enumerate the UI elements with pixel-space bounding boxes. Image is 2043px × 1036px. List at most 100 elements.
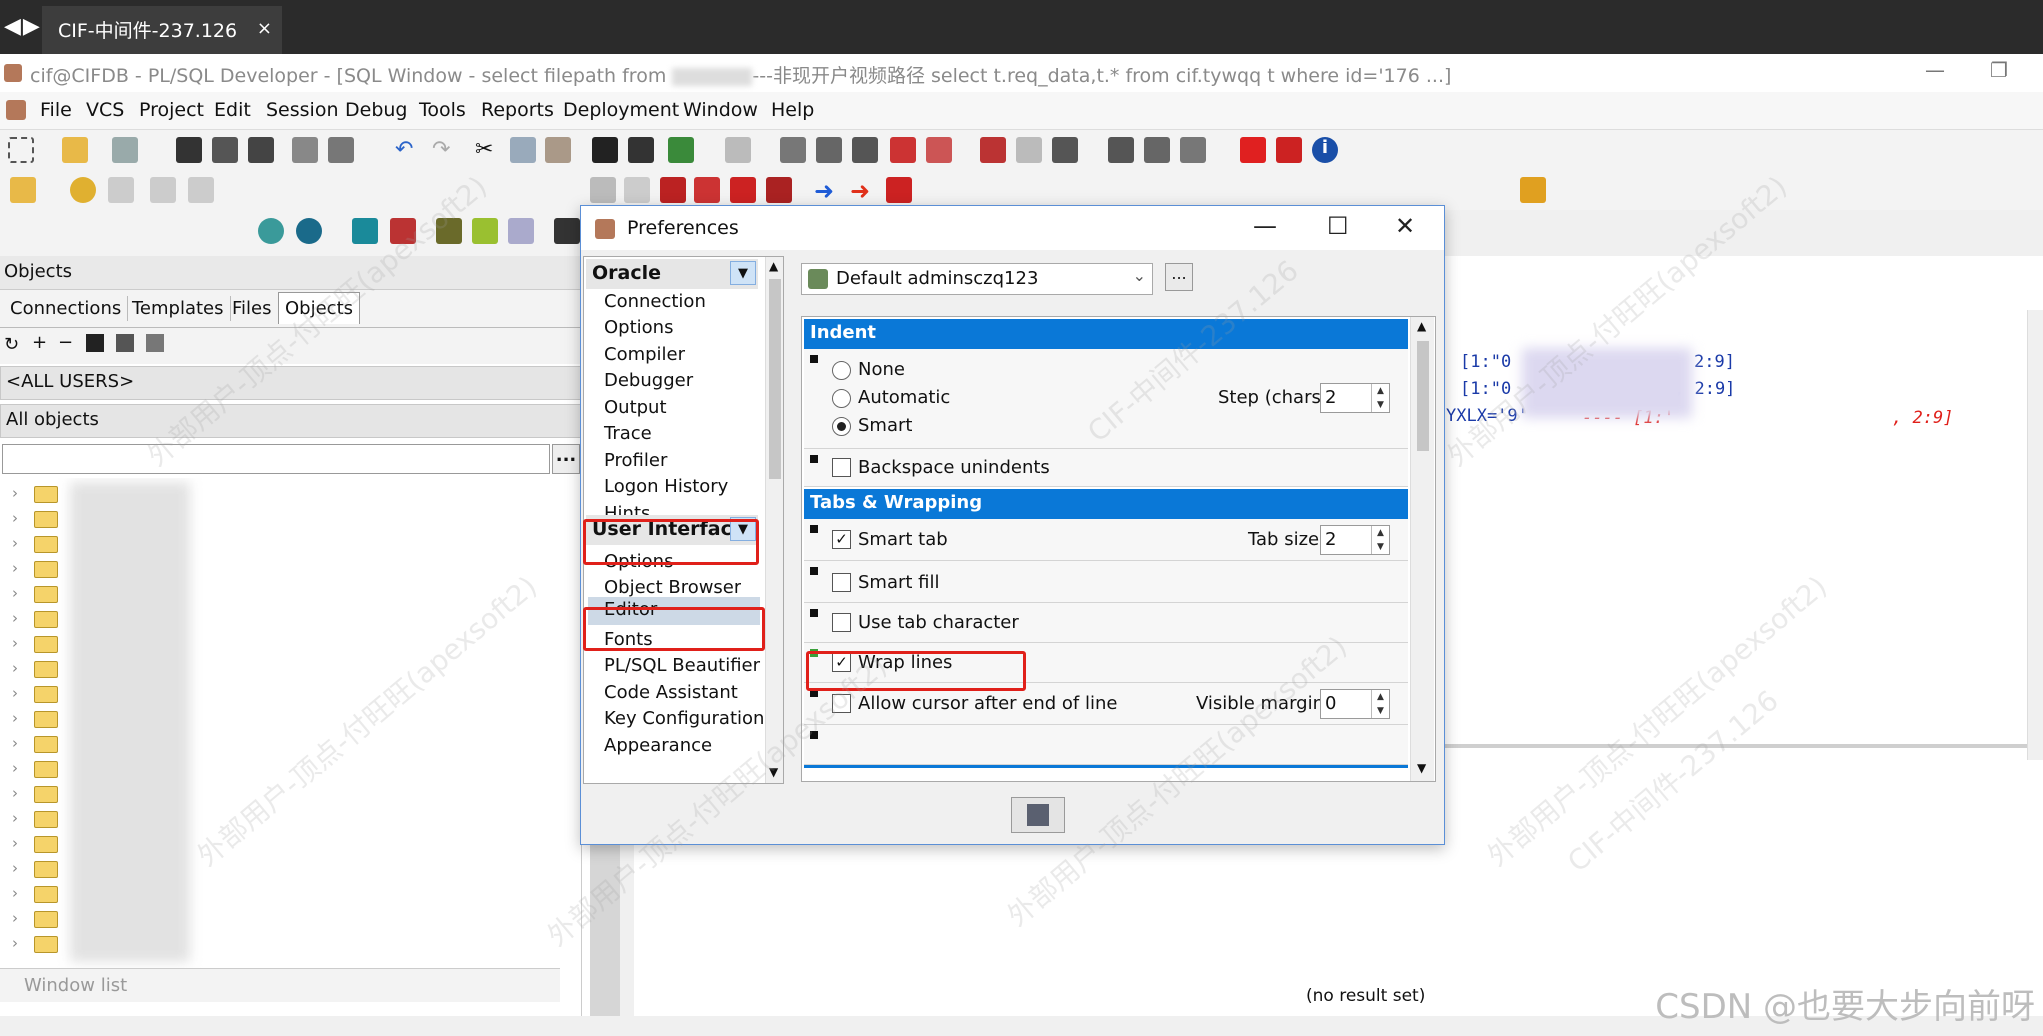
nav-arrows-icon[interactable]: ◀▶ [4,14,42,39]
oracle-icon[interactable] [1240,137,1266,163]
nav-item-output[interactable]: Output [604,397,667,423]
nav-item-options[interactable]: Options [604,317,673,343]
comment-icon[interactable] [852,137,878,163]
nav-item-code-assistant[interactable]: Code Assistant [604,682,738,708]
nav-scroll-thumb[interactable] [769,279,781,479]
key-icon[interactable] [10,177,36,203]
objects-search-button[interactable]: ... [552,444,580,474]
tab-templates[interactable]: Templates [126,296,231,321]
tab-connections[interactable]: Connections [4,296,129,321]
tool-d-icon[interactable] [694,177,720,203]
rollback-icon[interactable] [352,218,378,244]
dialog-maximize-button[interactable]: ☐ [1327,212,1349,240]
tool-c-icon[interactable] [660,177,686,203]
print-preview-icon[interactable] [328,137,354,163]
wand-icon[interactable] [108,177,134,203]
apply-button[interactable] [1011,797,1065,833]
restore-button[interactable]: ❐ [1990,58,2008,82]
tool-e-icon[interactable] [730,177,756,203]
menu-file[interactable]: File [40,99,72,121]
minimize-button[interactable]: — [1925,58,1945,82]
menu-help[interactable]: Help [771,99,814,121]
find-next-icon[interactable] [628,137,654,163]
smart-fill-checkbox[interactable] [832,573,851,592]
menu-project[interactable]: Project [139,99,204,121]
save-as-icon[interactable] [212,137,238,163]
app-menu-icon[interactable] [6,100,26,120]
db-stack-2-icon[interactable] [188,177,214,203]
dialog-minimize-button[interactable]: — [1253,212,1277,240]
gear-icon[interactable] [70,177,96,203]
editor-scrollbar[interactable] [2027,310,2043,760]
window-tile-v-icon[interactable] [1180,137,1206,163]
find-object-icon[interactable] [86,334,104,352]
scroll-up-icon[interactable]: ▲ [1417,319,1426,333]
nav-item-plsql-beautifier[interactable]: PL/SQL Beautifier [604,655,760,681]
save-all-icon[interactable] [248,137,274,163]
breakpoint-icon[interactable] [980,137,1006,163]
bookmark-next-icon[interactable] [926,137,952,163]
commit-icon[interactable] [258,218,284,244]
unindent-icon[interactable] [816,137,842,163]
indent-none-radio[interactable] [832,361,851,380]
breakpoint-list-icon[interactable] [1052,137,1078,163]
paste-icon[interactable] [545,137,571,163]
menu-deployment[interactable]: Deployment [563,99,679,121]
nav-item-profiler[interactable]: Profiler [604,450,667,476]
menu-session[interactable]: Session [266,99,339,121]
tool-b-icon[interactable] [624,177,650,203]
nav-scrollbar[interactable]: ▲ ▼ [765,257,783,783]
menu-vcs[interactable]: VCS [86,99,124,121]
tool-g-icon[interactable] [1520,177,1546,203]
menu-tools[interactable]: Tools [419,99,466,121]
objects-filter-select[interactable]: All objects [0,404,582,438]
spin-arrows-icon[interactable]: ▲ ▼ [1371,384,1389,412]
find-icon[interactable] [592,137,618,163]
breakpoint-clear-icon[interactable] [1016,137,1042,163]
window-cascade-icon[interactable] [1108,137,1134,163]
copy-icon[interactable] [510,137,536,163]
info-icon[interactable]: i [1312,137,1338,163]
menu-debug[interactable]: Debug [345,99,407,121]
menu-edit[interactable]: Edit [214,99,251,121]
dialog-close-button[interactable]: ✕ [1395,212,1415,240]
nav-item-object-browser[interactable]: Object Browser [604,577,741,597]
nav-item-connection[interactable]: Connection [604,291,706,317]
cut-icon[interactable]: ✂ [475,137,501,163]
settings-scroll-thumb[interactable] [1417,341,1429,451]
remote-session-tab[interactable]: CIF-中间件-237.126 × [42,6,282,54]
profile-options-button[interactable]: ... [1165,263,1193,291]
add-icon[interactable]: + [32,332,47,353]
nav-item-logon-history[interactable]: Logon History [604,476,728,502]
pdf-icon[interactable] [1276,137,1302,163]
save-icon[interactable] [176,137,202,163]
stop-icon[interactable] [886,177,912,203]
open-folder-icon[interactable] [62,137,88,163]
tab-files[interactable]: Files [226,296,279,321]
tool-i-icon[interactable] [472,218,498,244]
nav-item-trace[interactable]: Trace [604,423,652,449]
remove-icon[interactable]: − [58,332,73,353]
filter-icon[interactable] [116,334,134,352]
indent-smart-radio[interactable] [832,417,851,436]
menu-window[interactable]: Window [683,99,758,121]
db-stack-icon[interactable] [150,177,176,203]
arrow-right-red-icon[interactable]: ➜ [850,177,876,205]
tab-size-input[interactable]: 2 ▲ ▼ [1320,525,1390,555]
tool-f-icon[interactable] [766,177,792,203]
bookmark-icon[interactable] [890,137,916,163]
arrow-right-blue-icon[interactable]: ➜ [814,177,840,205]
indent-automatic-radio[interactable] [832,389,851,408]
scroll-down-icon[interactable]: ▼ [1417,761,1426,775]
profile-select[interactable]: Default adminsczq123 ⌄ [801,263,1153,295]
sql-icon[interactable] [296,218,322,244]
undo-icon[interactable]: ↶ [395,137,421,163]
print-setup-icon[interactable] [112,137,138,163]
settings-scrollbar[interactable]: ▲ ▼ [1410,317,1434,781]
remote-tab-close-icon[interactable]: × [257,18,272,39]
scroll-up-icon[interactable]: ▲ [769,259,778,273]
nav-item-appearance[interactable]: Appearance [604,735,712,761]
goto-icon[interactable] [668,137,694,163]
users-filter-select[interactable]: <ALL USERS> [0,366,582,400]
tool-k-icon[interactable] [554,218,580,244]
